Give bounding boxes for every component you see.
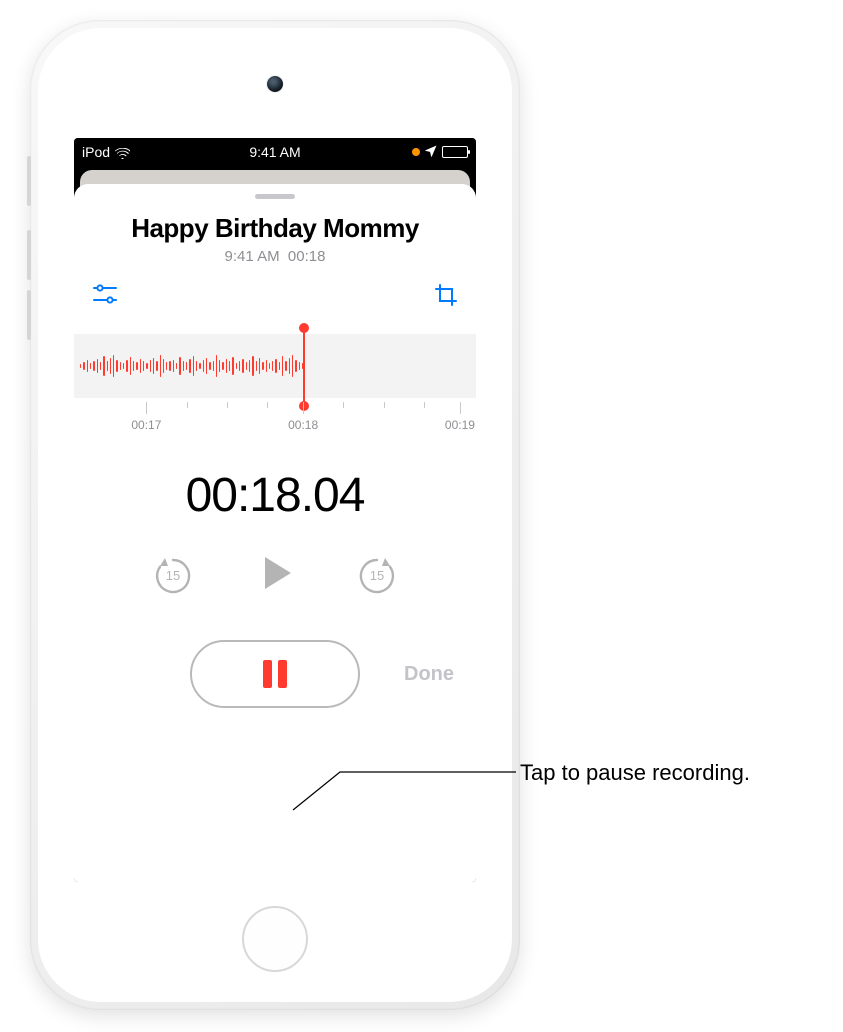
sliders-icon[interactable] [92,283,118,312]
status-time: 9:41 AM [74,144,476,160]
camera-icon [267,76,283,92]
waveform-area[interactable]: 00:17 00:18 00:19 [74,326,476,446]
battery-icon [442,146,468,158]
recording-time: 9:41 AM [225,248,280,265]
sleep-button[interactable] [27,156,31,206]
playback-controls: 15 15 [74,551,476,600]
playhead[interactable] [303,328,305,406]
crop-icon[interactable] [434,283,458,312]
recording-duration: 00:18 [288,248,326,265]
pause-button[interactable] [190,640,360,708]
home-button[interactable] [242,906,308,972]
elapsed-time: 00:18.04 [74,468,476,523]
recording-title[interactable]: Happy Birthday Mommy [74,213,476,244]
done-button[interactable]: Done [404,663,454,686]
tick-label: 00:18 [288,418,318,432]
recording-subtitle: 9:41 AM 00:18 [74,248,476,265]
skip-back-label: 15 [151,554,195,598]
bottom-controls: Done [74,640,476,708]
tick-label: 00:17 [131,418,161,432]
recording-sheet: Happy Birthday Mommy 9:41 AM 00:18 [74,184,476,882]
status-bar: iPod 9:41 AM [74,138,476,166]
play-button[interactable] [253,551,297,600]
pause-icon [263,660,287,688]
skip-back-button[interactable]: 15 [151,554,195,598]
waveform [74,334,303,398]
volume-down-button[interactable] [27,290,31,340]
ruler-ticks [74,402,476,416]
device-inner: iPod 9:41 AM Happy Birthda [38,28,512,1002]
edit-toolbar [74,265,476,322]
sheet-grabber[interactable] [255,194,295,199]
tick-label: 00:19 [445,418,475,432]
device-frame: iPod 9:41 AM Happy Birthda [30,20,520,1010]
skip-forward-label: 15 [355,554,399,598]
callout-pause: Tap to pause recording. [520,760,750,786]
screen: iPod 9:41 AM Happy Birthda [74,138,476,882]
skip-forward-button[interactable]: 15 [355,554,399,598]
volume-up-button[interactable] [27,230,31,280]
